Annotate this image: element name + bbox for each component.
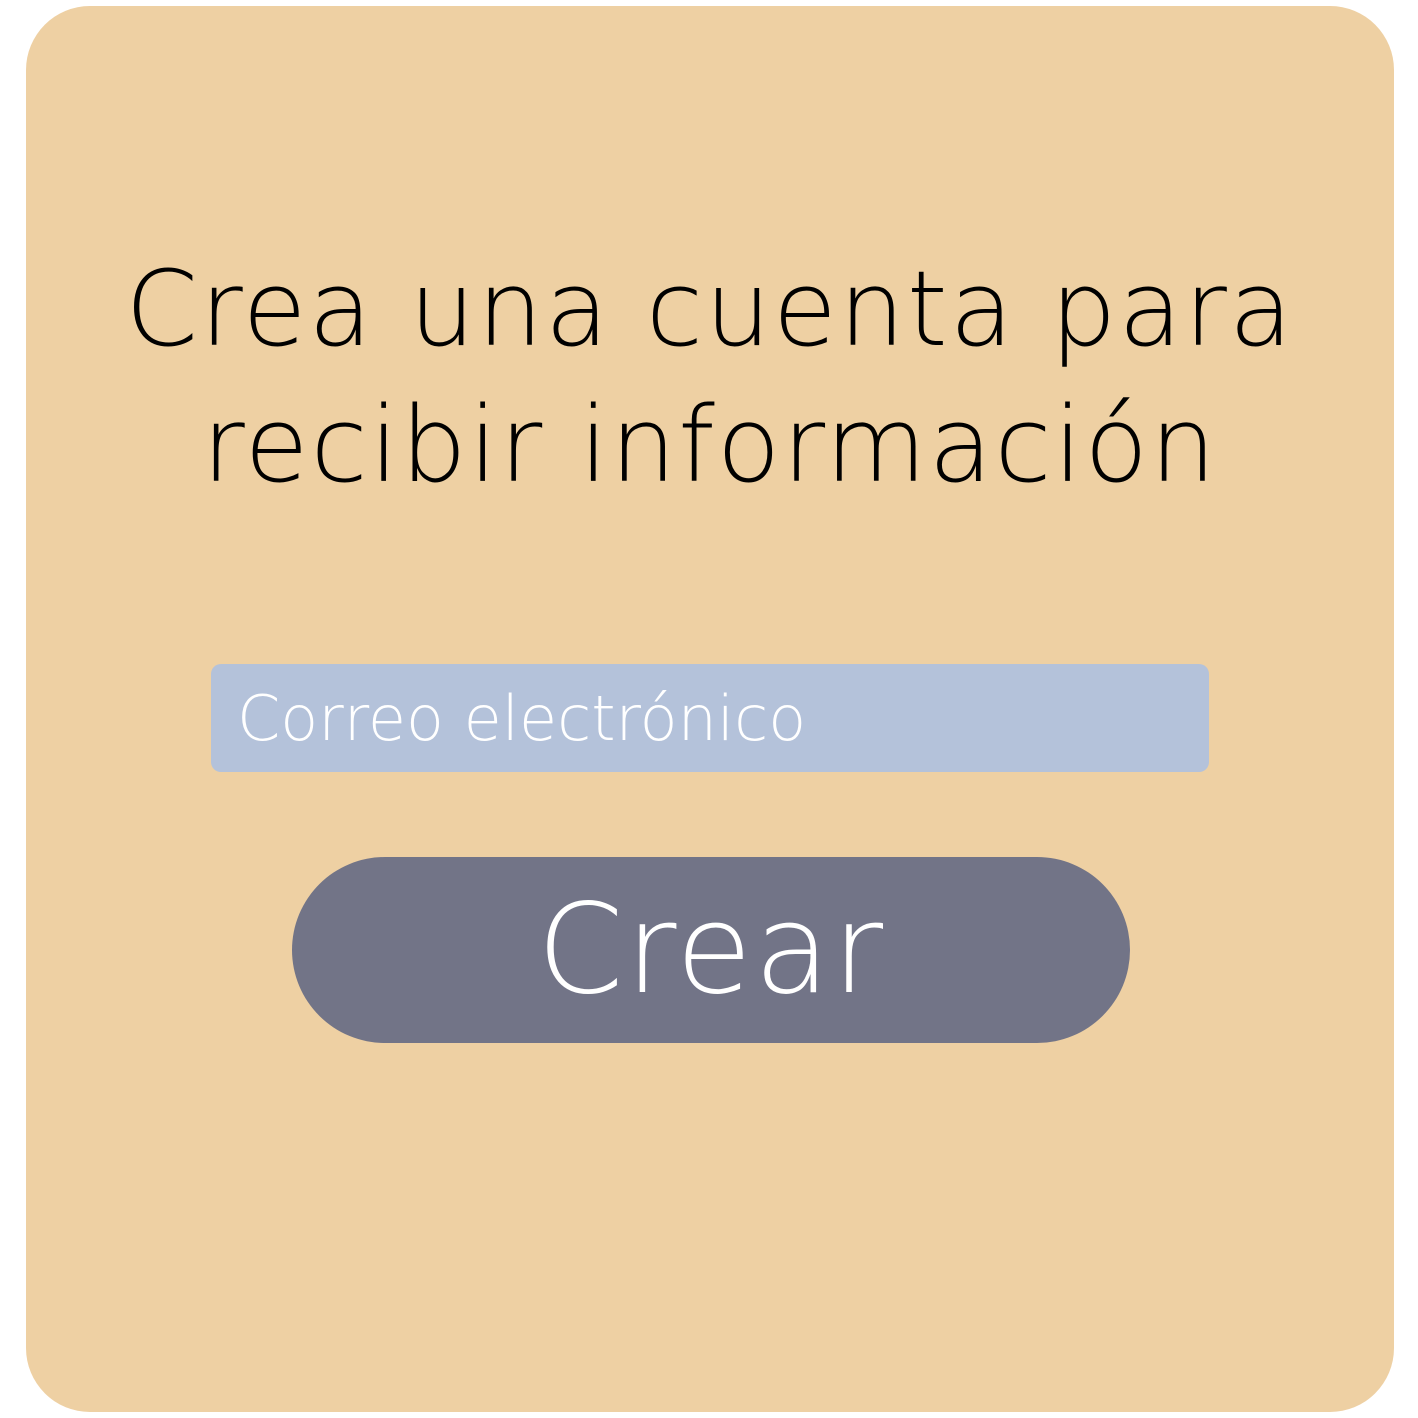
- signup-title-line-2: recibir información: [202, 384, 1218, 506]
- signup-title: Crea una cuenta para recibir información: [26, 241, 1394, 513]
- email-placeholder: Correo electrónico: [237, 681, 807, 755]
- create-account-label: Crear: [536, 878, 886, 1022]
- create-account-button[interactable]: Crear: [292, 857, 1130, 1043]
- email-field[interactable]: Correo electrónico: [211, 664, 1209, 772]
- signup-title-line-1: Crea una cuenta para: [125, 248, 1295, 370]
- signup-card: Crea una cuenta para recibir información…: [26, 6, 1394, 1412]
